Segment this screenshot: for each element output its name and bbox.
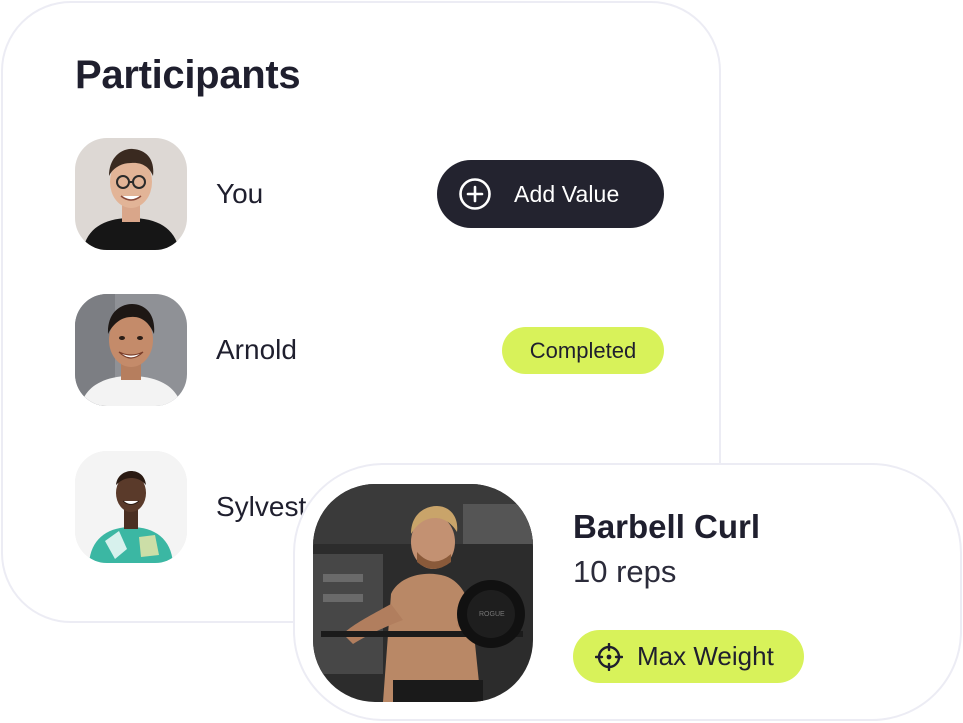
max-weight-label: Max Weight bbox=[637, 641, 774, 671]
avatar-arnold bbox=[75, 294, 187, 406]
max-weight-badge[interactable]: Max Weight bbox=[573, 630, 804, 683]
plus-circle-icon bbox=[459, 178, 491, 210]
avatar-you bbox=[75, 138, 187, 250]
participants-title: Participants bbox=[75, 53, 301, 97]
crosshair-icon bbox=[595, 642, 623, 671]
add-value-label: Add Value bbox=[514, 180, 620, 207]
svg-text:ROGUE: ROGUE bbox=[479, 611, 505, 618]
exercise-photo: ROGUE bbox=[313, 484, 533, 702]
stage: Participants You Add Value Arnold Comple… bbox=[0, 0, 963, 723]
status-badge: Completed bbox=[502, 327, 664, 374]
exercise-name: Barbell Curl bbox=[573, 508, 761, 545]
add-value-button[interactable]: Add Value bbox=[437, 160, 664, 228]
participant-name: Arnold bbox=[216, 334, 297, 365]
participant-row-you: You Add Value bbox=[75, 138, 665, 250]
exercise-reps: 10 reps bbox=[573, 554, 677, 589]
avatar-sylvester bbox=[75, 451, 187, 563]
participant-name: You bbox=[216, 178, 264, 209]
participant-row-arnold: Arnold Completed bbox=[75, 294, 665, 406]
exercise-card[interactable]: ROGUE Barbell Curl 10 reps Max Weight bbox=[293, 463, 962, 721]
